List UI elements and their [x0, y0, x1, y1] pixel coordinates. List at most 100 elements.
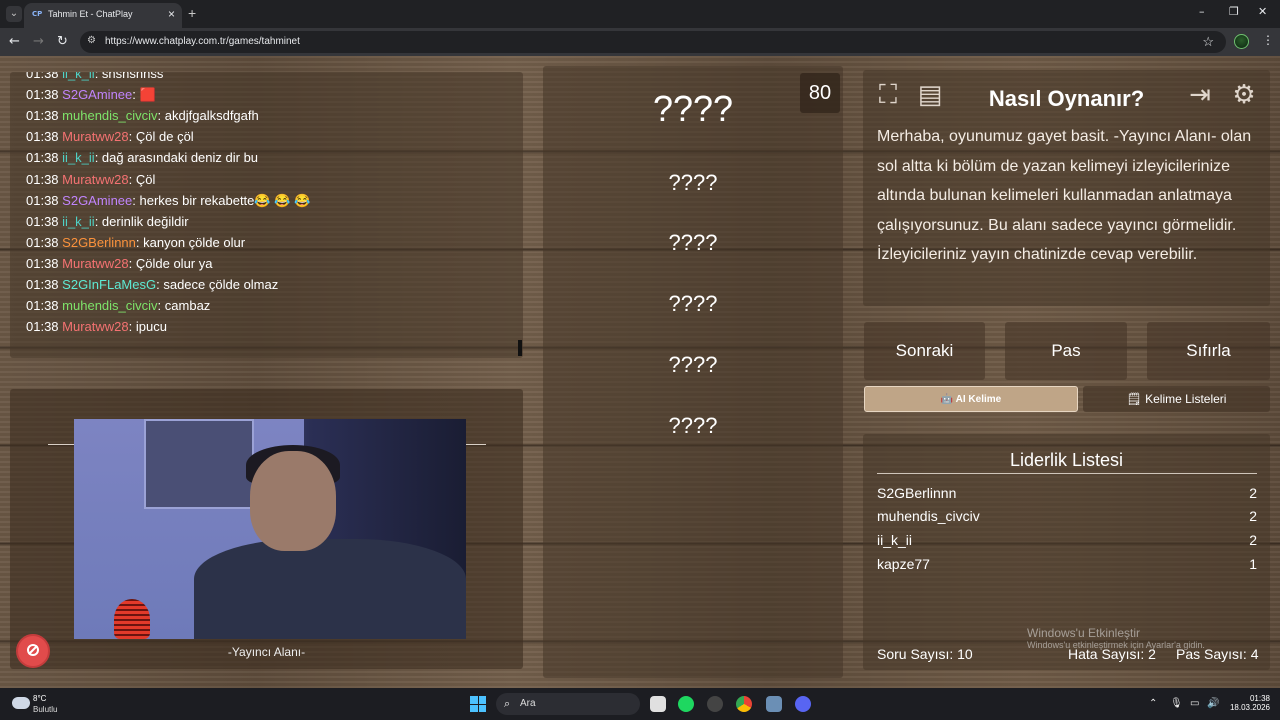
player-name: ii_k_ii [877, 532, 913, 548]
minimize-button[interactable]: – [1199, 5, 1205, 18]
chat-scrollbar[interactable] [518, 340, 522, 356]
message-time: 01:38 [26, 298, 59, 314]
ai-word-button[interactable]: 🤖 AI Kelime [864, 386, 1078, 412]
word-lists-label: Kelime Listeleri [1145, 392, 1227, 406]
player-name: kapze77 [877, 556, 930, 572]
chat-message: 01:38 S2GBerlinnn: kanyon çölde olur [26, 235, 245, 250]
exit-icon[interactable]: ⇥ [1183, 78, 1217, 112]
divider [877, 473, 1257, 474]
task-view-icon[interactable] [650, 696, 666, 712]
how-to-play-text: Merhaba, oyunumuz gayet basit. -Yayıncı … [877, 128, 1252, 263]
reload-button[interactable]: ↻ [57, 34, 68, 49]
player-score: 2 [1249, 485, 1257, 501]
broadcaster-area: -Yayıncı Alanı- [10, 389, 523, 669]
message-username[interactable]: ii_k_ii [62, 72, 95, 81]
message-username[interactable]: Muratww28 [62, 172, 128, 187]
new-tab-button[interactable]: + [188, 5, 196, 21]
pass-button[interactable]: Pas [1005, 322, 1127, 380]
question-count: Soru Sayısı: 10 [877, 646, 973, 662]
forward-button[interactable]: → [33, 34, 44, 49]
taskbar-search[interactable]: ⌕ Ara [496, 693, 640, 715]
message-time: 01:38 [26, 277, 59, 292]
forbidden-word: ???? [668, 413, 718, 438]
next-button[interactable]: Sonraki [864, 322, 985, 380]
message-username[interactable]: Muratww28 [62, 129, 128, 144]
message-time: 01:38 [26, 87, 59, 103]
bookmark-star-icon[interactable]: ☆ [1202, 34, 1214, 50]
clock[interactable]: 01:38 18.03.2026 [1228, 694, 1270, 712]
tab-search-menu-button[interactable]: ⌄ [6, 6, 22, 22]
message-text: cambaz [164, 298, 211, 314]
player-name: S2GBerlinnn [877, 485, 957, 501]
volume-icon[interactable]: 🔊 [1207, 698, 1219, 709]
player-score: 2 [1249, 508, 1257, 524]
activation-watermark: Windows'u Etkinleştir Windows'u etkinleş… [1027, 626, 1205, 650]
tray-chevron-icon[interactable]: ⌃ [1149, 698, 1157, 709]
app-icon[interactable] [766, 696, 782, 712]
site-info-icon[interactable]: ⚙ [87, 35, 96, 46]
webcam-overlay [74, 419, 466, 639]
message-text: derinlik değildir [101, 213, 189, 229]
cloud-icon[interactable] [12, 697, 30, 709]
chat-message: 01:38 Muratww28: Çöl de çöl [26, 129, 194, 144]
address-bar[interactable]: ⚙ https://www.chatplay.com.tr/games/tahm… [80, 31, 1226, 53]
message-username[interactable]: Muratww28 [62, 256, 128, 271]
leaderboard-row: muhendis_civciv 2 [877, 508, 1257, 524]
microphone-icon[interactable]: 🎙 [1170, 698, 1183, 709]
obs-icon[interactable] [707, 696, 723, 712]
forbidden-word: ???? [668, 230, 718, 255]
robot-icon: 🤖 [940, 394, 956, 405]
message-username[interactable]: S2GBerlinnn [62, 235, 136, 250]
notepad-icon: 🗒 [1126, 392, 1146, 406]
url-text: https://www.chatplay.com.tr/games/tahmin… [105, 36, 300, 47]
broadcaster-area-label: -Yayıncı Alanı- [227, 645, 306, 659]
message-username[interactable]: S2GAminee [62, 193, 132, 208]
settings-gear-icon[interactable]: ⚙ [1227, 78, 1261, 112]
message-text: Çölde olur ya [135, 255, 213, 271]
restore-button[interactable]: ❐ [1229, 5, 1239, 18]
display-icon[interactable]: ▭ [1190, 698, 1199, 709]
message-time: 01:38 [26, 319, 59, 335]
spotify-icon[interactable] [678, 696, 694, 712]
message-time: 01:38 [26, 192, 59, 208]
word-lists-button[interactable]: 🗒 Kelime Listeleri [1083, 386, 1270, 412]
message-separator: : [128, 129, 136, 145]
no-record-icon [27, 644, 39, 656]
message-text: snsnsnnss [101, 72, 164, 81]
watermark-title: Windows'u Etkinleştir [1027, 626, 1140, 640]
microphone-image [114, 599, 150, 639]
watermark-subtitle: Windows'u etkinleştirmek için Ayarlar'a … [1027, 640, 1205, 650]
forbidden-word: ???? [668, 352, 718, 377]
browser-menu-icon[interactable]: ⋮ [1262, 33, 1274, 47]
chat-message: 01:38 Muratww28: Çöl [26, 172, 155, 187]
start-button[interactable] [470, 696, 486, 712]
record-stop-button[interactable] [16, 634, 50, 668]
taskbar: 8°C Bulutlu ⌕ Ara ⌃ 🎙 ▭ 🔊 01:38 18.03.20… [0, 688, 1280, 720]
chat-message: 01:38 muhendis_civciv: cambaz [26, 298, 210, 313]
favicon-icon: CP [32, 10, 43, 18]
message-username[interactable]: S2GAminee [62, 87, 132, 102]
tab-close-icon[interactable]: × [168, 7, 175, 21]
message-username[interactable]: S2GInFLaMesG [62, 277, 156, 292]
message-username[interactable]: muhendis_civciv [62, 108, 157, 123]
search-placeholder: Ara [520, 698, 536, 709]
chrome-icon[interactable] [736, 696, 752, 712]
clock-time: 01:38 [1249, 694, 1270, 703]
navigation-bar: ← → ↻ ⚙ https://www.chatplay.com.tr/game… [0, 28, 1280, 56]
message-text: ipucu [135, 319, 167, 335]
message-username[interactable]: muhendis_civciv [62, 298, 157, 313]
back-button[interactable]: ← [9, 34, 20, 49]
message-username[interactable]: Muratww28 [62, 319, 128, 334]
reset-button[interactable]: Sıfırla [1147, 322, 1270, 380]
profile-avatar[interactable] [1234, 34, 1249, 49]
word-column: 80 ???? ???? ???? ???? ???? ???? [543, 66, 843, 678]
browser-tab[interactable]: CP Tahmin Et - ChatPlay × [24, 3, 182, 28]
message-username[interactable]: ii_k_ii [62, 214, 95, 229]
discord-icon[interactable] [795, 696, 811, 712]
leaderboard-row: ii_k_ii 2 [877, 532, 1257, 548]
leaderboard-title: Liderlik Listesi [1009, 450, 1124, 470]
message-time: 01:38 [26, 255, 59, 271]
leaderboard-row: S2GBerlinnn 2 [877, 485, 1257, 501]
message-username[interactable]: ii_k_ii [62, 150, 95, 165]
close-window-button[interactable]: ✕ [1258, 5, 1267, 18]
